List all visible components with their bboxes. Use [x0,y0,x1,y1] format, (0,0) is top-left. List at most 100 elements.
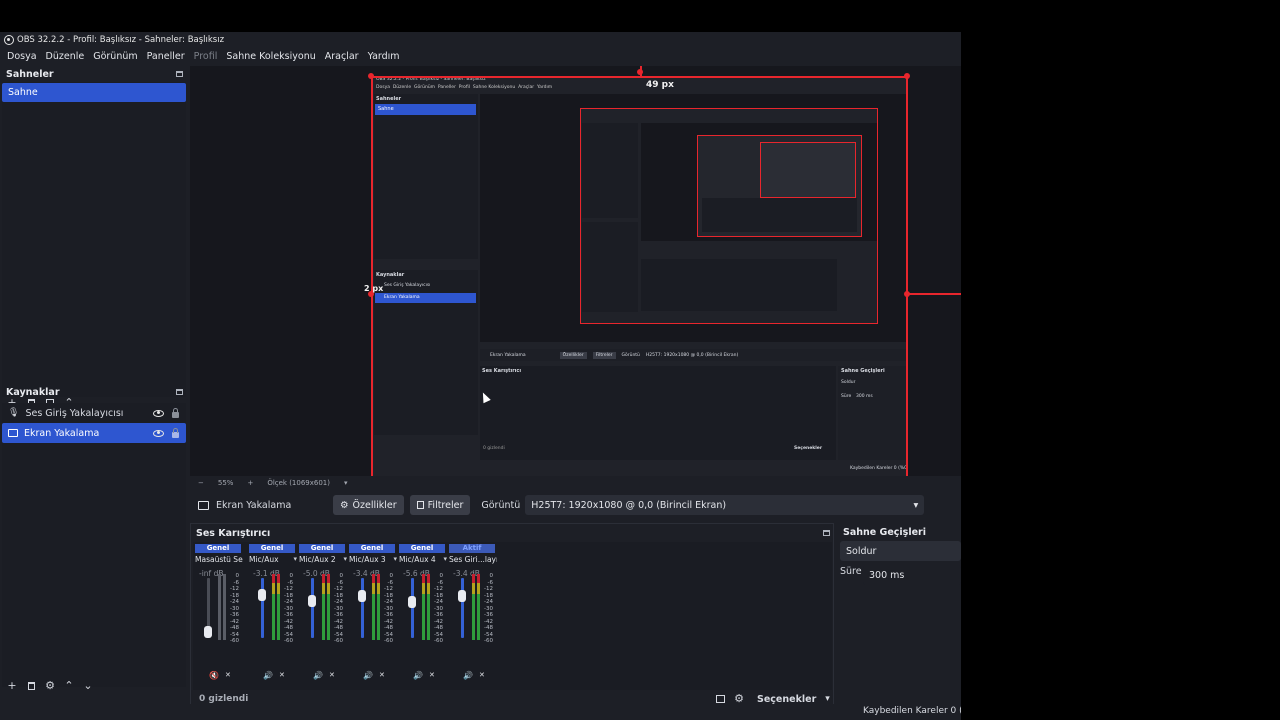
headphones-monitor-icon[interactable]: ✕ [479,671,485,680]
volume-slider-knob[interactable] [204,625,212,638]
nested-ctx-display-label: Görüntü [621,352,640,358]
channel-status-badge: Genel [299,544,345,553]
handle-top[interactable] [637,69,643,75]
channel-name-dropdown[interactable]: Masaüstü Ses▾ [195,555,243,565]
headphones-monitor-icon[interactable]: ✕ [279,671,285,680]
add-icon[interactable]: + [7,680,17,691]
channel-name-dropdown[interactable]: Ses Giri...layıcısı▾ [449,555,497,565]
preview-canvas[interactable]: OBS 32.2.2 - Profil: Başlıksız - Sahnele… [190,66,961,476]
properties-label: Özellikler [352,499,397,511]
headphones-monitor-icon[interactable]: ✕ [329,671,335,680]
scenes-dock: Sahneler Sahne + ⌃ ⌄ [0,66,188,411]
speaker-icon[interactable]: 🔊 [263,671,273,680]
volume-slider-knob[interactable] [458,590,466,603]
channel-status-badge: Genel [399,544,445,553]
channel-controls: 🔊 ✕ [313,671,335,680]
volume-slider[interactable] [361,578,364,638]
handle-right[interactable] [904,291,910,297]
menu-araclar[interactable]: Araçlar [325,51,359,62]
channel-name-dropdown[interactable]: Mic/Aux 4 ▾ [399,555,447,565]
dock-float-icon[interactable] [176,71,183,77]
nested-scenes-title: Sahneler [376,96,402,102]
chevron-down-icon[interactable]: ⌄ [83,680,93,691]
source-item-display-capture[interactable]: Ekran Yakalama [2,423,186,443]
speaker-icon[interactable]: 🔊 [313,671,323,680]
mixer-channel: Genel Mic/Aux 2 ▾ -5.0 dB 0 -6 -12 -18 -24 -30 -36… [297,542,347,690]
volume-slider-knob[interactable] [408,595,416,608]
channel-name-dropdown[interactable]: Mic/Aux 3 ▾ [349,555,397,565]
volume-slider-knob[interactable] [358,590,366,603]
properties-button[interactable]: ⚙ Özellikler [333,495,404,515]
volume-slider[interactable] [261,578,264,638]
speaker-icon[interactable]: 🔊 [463,671,473,680]
audio-mixer-dock: Ses Karıştırıcı GenelMasaüstü Ses▾-inf d… [190,523,834,709]
headphones-monitor-icon[interactable]: ✕ [429,671,435,680]
volume-slider[interactable] [411,578,414,638]
speaker-icon[interactable]: 🔊 [363,671,373,680]
nested-sources: Kaynaklar Ses Giriş Yakalayıcısı Ekran Y… [374,270,478,435]
scene-item-sahne[interactable]: Sahne [2,83,186,102]
meter-scale-tick: -60 [334,638,343,644]
zoom-out-icon[interactable]: − [198,479,204,487]
chevron-up-icon[interactable]: ⌃ [64,680,74,691]
nested-transitions: Sahne Geçişleri Soldur Süre 300 ms [838,366,908,460]
source-item-audio-input[interactable]: 🎙 Ses Giriş Yakalayıcısı [2,403,186,423]
menu-sahne-koleksiyonu[interactable]: Sahne Koleksiyonu [226,51,315,62]
speaker-muted-icon[interactable]: 🔇 [209,671,219,680]
layout-icon[interactable] [715,694,725,704]
dock-float-icon[interactable] [823,530,830,536]
handle-top-right[interactable] [904,73,910,79]
nested-ctx-filters: Filtreler [592,351,616,359]
nested-trans-title: Sahne Geçişleri [841,368,885,374]
channel-name: Ses Giri...layıcısı [449,555,497,564]
channel-status-badge: Aktif [449,544,495,553]
mixer-channel: GenelMasaüstü Ses▾-inf dB0-6-12-18-24-30… [193,542,247,690]
zoom-scale[interactable]: Ölçek (1069x601) [267,479,330,487]
channel-name: Masaüstü Ses [195,555,243,564]
menu-duzenle[interactable]: Düzenle [46,51,85,62]
audio-level-meter [272,574,275,640]
menu-yardim[interactable]: Yardım [368,51,400,62]
options-dropdown-icon[interactable]: ▾ [825,694,830,704]
zoom-bar: − 55% + Ölçek (1069x601) ▾ [190,476,961,489]
menu-paneller[interactable]: Paneller [147,51,185,62]
menu-profil[interactable]: Profil [194,51,218,62]
dock-float-icon[interactable] [176,389,183,395]
volume-slider-knob[interactable] [308,594,316,607]
eye-icon[interactable] [153,409,164,417]
options-button[interactable]: Seçenekler [757,694,816,705]
advanced-settings-icon[interactable]: ⚙ [734,693,744,704]
menu-dosya[interactable]: Dosya [7,51,37,62]
speaker-icon[interactable]: 🔊 [413,671,423,680]
meter-scale-tick: -60 [384,638,393,644]
channel-name-dropdown[interactable]: Mic/Aux ▾ [249,555,297,565]
nested-ctx-display-value: H25T7: 1920x1080 @ 0,0 (Birincil Ekran) [645,352,739,358]
display-select[interactable]: H25T7: 1920x1080 @ 0,0 (Birincil Ekran) … [525,495,925,515]
zoom-dropdown-icon[interactable]: ▾ [344,479,348,487]
measure-line-right [908,293,961,295]
duration-input[interactable]: 300 ms [863,565,961,585]
gear-icon[interactable]: ⚙ [45,680,55,691]
channel-controls: 🔇 ✕ [209,671,231,680]
volume-slider[interactable] [311,578,314,638]
headphones-monitor-icon[interactable]: ✕ [225,671,231,680]
zoom-in-icon[interactable]: + [247,479,253,487]
lock-icon[interactable] [172,427,179,438]
meter-scale-tick: -60 [230,638,239,644]
headphones-monitor-icon[interactable]: ✕ [379,671,385,680]
volume-slider-knob[interactable] [258,589,266,602]
channel-controls: 🔊 ✕ [463,671,485,680]
lock-icon[interactable] [172,407,179,418]
nested-status: Kaybedilen Kareler 0 (%0 [850,466,907,471]
filters-button[interactable]: Filtreler [409,495,471,515]
transition-select[interactable]: Soldur [840,541,961,561]
nested-title: OBS 32.2.2 - Profil: Başlıksız - Sahnele… [376,77,486,82]
menu-gorunum[interactable]: Görünüm [93,51,137,62]
eye-icon[interactable] [153,429,164,437]
audio-level-meter [377,574,380,640]
channel-name-dropdown[interactable]: Mic/Aux 2 ▾ [299,555,347,565]
handle-top-left[interactable] [368,73,374,79]
volume-slider[interactable] [461,578,464,638]
trash-icon[interactable] [26,681,36,691]
meter-scale-tick: -60 [484,638,493,644]
